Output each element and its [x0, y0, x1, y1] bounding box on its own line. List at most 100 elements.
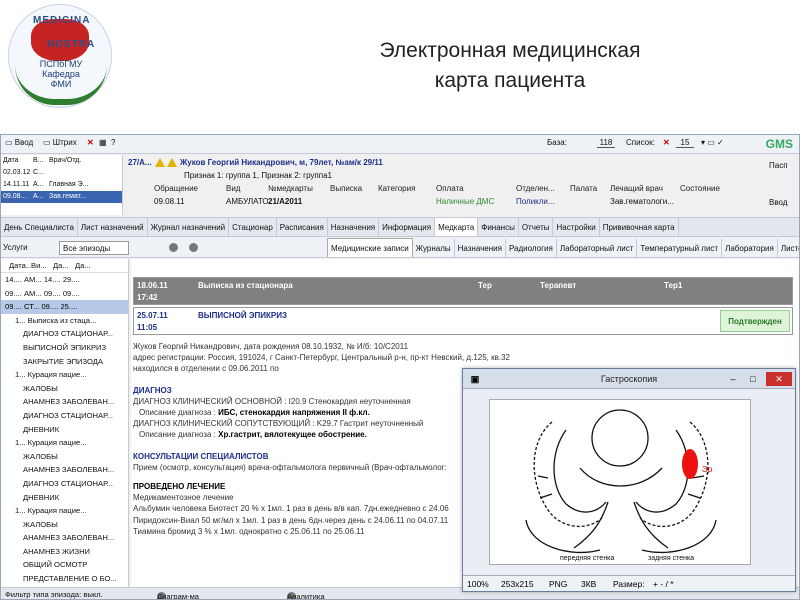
patient-panel: 27/А... Жуков Георгий Никандрович, м, 79…: [124, 155, 774, 215]
tree-node[interactable]: ОБЩИЙ ОСМОТР: [1, 558, 128, 572]
tree-header: Дата...Ви... Да... Да...: [1, 259, 128, 273]
tree-node[interactable]: ЖАЛОБЫ: [1, 382, 128, 396]
subtab-radiology[interactable]: Радиология: [506, 239, 557, 258]
tree-node[interactable]: ЖАЛОБЫ: [1, 450, 128, 464]
services-label: Услуги: [3, 243, 28, 252]
stomach-diagram: Эр передняя стенка задняя стенка: [525, 409, 717, 562]
tree-node[interactable]: ВЫПИСНОЙ ЭПИКРИЗ: [1, 341, 128, 355]
tree-node[interactable]: ДИАГНОЗ СТАЦИОНАР...: [1, 409, 128, 423]
tree-node[interactable]: ДНЕВНИК: [1, 423, 128, 437]
base-field[interactable]: 118: [597, 138, 615, 148]
image-format: PNG: [549, 579, 568, 589]
tree-node[interactable]: ЖАЛОБЫ: [1, 518, 128, 532]
tree-node[interactable]: ДИАГНОЗ СТАЦИОНАР...: [1, 477, 128, 491]
gms-logo: GMS: [765, 137, 793, 151]
subtab-lab-sheet[interactable]: Лабораторный лист: [557, 239, 638, 258]
episodes-filter-select[interactable]: Все эпизоды: [59, 241, 129, 255]
close-button[interactable]: ✕: [766, 372, 792, 386]
tab-finance[interactable]: Финансы: [478, 218, 519, 236]
tab-medcard[interactable]: Медкарта: [435, 218, 479, 236]
university-logo: MEDICINA NOSTRA ПСПбГМУ Кафедра ФМИ: [8, 4, 112, 108]
logo-text-mid: NOSTRA: [47, 39, 96, 50]
tab-schedules[interactable]: Расписания: [277, 218, 328, 236]
size-label: Размер:: [613, 579, 645, 589]
subtab-temperature-sheet[interactable]: Температурный лист: [637, 239, 723, 258]
visit-row[interactable]: 14.11.11 А... Главная Э...: [1, 179, 122, 191]
fold-tick: [537, 475, 549, 479]
record-time: 11:05: [137, 323, 158, 332]
tree-node[interactable]: 09.... АМ... 09.... 09....: [1, 287, 128, 301]
erosion-label: Эр: [702, 465, 713, 474]
sync-icon[interactable]: [189, 243, 198, 252]
gastroscopy-image[interactable]: Эр передняя стенка задняя стенка: [489, 399, 751, 565]
base-label: База:: [547, 138, 567, 147]
minimize-button[interactable]: –: [725, 372, 741, 386]
tree-node[interactable]: ДИАГНОЗ СТАЦИОНАР...: [1, 327, 128, 341]
close-icon[interactable]: ✕: [87, 138, 94, 147]
maximize-button[interactable]: □: [745, 372, 761, 386]
record-specialty-code: Тер: [478, 281, 492, 290]
episode-row[interactable]: 09.08.11АМБУЛАТОР...21/А2011Наличные ДМС…: [154, 197, 730, 208]
central-fold: [579, 467, 663, 487]
wreath-icon: [15, 65, 107, 105]
image-status-bar: 100% 253x215 PNG 3КВ Размер: + - / *: [463, 575, 795, 591]
tree-node[interactable]: АНАМНЕЗ ЗАБОЛЕВАН...: [1, 395, 128, 409]
size-controls[interactable]: + - / *: [653, 579, 674, 589]
top-toolbar: ▭ Ввод ▭ Штрих ✕ ▦ ? База: 118 Список: ✕…: [1, 135, 799, 154]
patient-name: Жуков Георгий Никандрович, м, 79лет, №ам…: [180, 158, 383, 167]
tree-node[interactable]: 1... Курация пацие...: [1, 368, 128, 382]
tree-node[interactable]: ПРЕДСТАВЛЕНИЕ О БО...: [1, 572, 128, 586]
tree-node[interactable]: АНАМНЕЗ ЗАБОЛЕВАН...: [1, 531, 128, 545]
print-icon[interactable]: ▦: [99, 138, 107, 147]
visits-header: Дата В... Врач/Отд.: [3, 157, 82, 164]
tree-node[interactable]: АНАМНЕЗ ЖИЗНИ: [1, 545, 128, 559]
list-label: Список:: [626, 138, 655, 147]
tab-vaccination-card[interactable]: Прививочная карта: [600, 218, 679, 236]
file-size: 3КВ: [581, 579, 597, 589]
enter-button-right[interactable]: Ввод: [769, 198, 799, 207]
record-row-selected[interactable]: 25.07.11 11:05 ВЫПИСНОЙ ЭПИКРИЗ Подтвержд…: [133, 307, 793, 335]
tab-specialist-day[interactable]: День Специалиста: [1, 218, 78, 236]
help-icon[interactable]: ?: [111, 138, 115, 147]
clear-list-icon[interactable]: ✕: [663, 138, 670, 147]
record-specialty: Терапевт: [540, 281, 577, 290]
tab-reports[interactable]: Отчеты: [519, 218, 554, 236]
patient-id[interactable]: 27/А...: [128, 158, 152, 167]
subtab-medical-records[interactable]: Медицинские записи: [327, 238, 413, 257]
app-icon: ▣: [470, 374, 480, 384]
tree-node[interactable]: ДНЕВНИК: [1, 491, 128, 505]
chevron-down-icon[interactable]: ▾ ▭ ✓: [701, 138, 724, 147]
passport-button[interactable]: Пасп: [769, 161, 799, 170]
episode-filter-status: Фильтр типа эпизода: выкл.: [5, 590, 103, 599]
logo-text-top: MEDICINA: [33, 15, 91, 26]
tree-node[interactable]: 1... Курация пацие...: [1, 504, 128, 518]
tab-information[interactable]: Информация: [379, 218, 436, 236]
list-field[interactable]: 15: [676, 138, 694, 148]
subtab-sick-leave[interactable]: Листок нетрудоспосо...: [778, 239, 799, 258]
subtab-laboratory[interactable]: Лаборатория: [722, 239, 778, 258]
tab-prescriptions-journal[interactable]: Журнал назначений: [148, 218, 230, 236]
visit-row[interactable]: 02.03.12 С...: [1, 167, 122, 179]
subtab-journals[interactable]: Журналы: [413, 239, 455, 258]
enter-button[interactable]: ▭ Ввод: [5, 138, 33, 147]
back-fold: [635, 429, 689, 513]
warning-icon: [154, 158, 165, 168]
patient-info-line: Жуков Георгий Никандрович, дата рождения…: [133, 342, 409, 351]
tab-settings[interactable]: Настройки: [553, 218, 600, 236]
tree-node[interactable]: 14.... АМ... 14.... 29....: [1, 273, 128, 287]
tree-node[interactable]: ЗАКРЫТИЕ ЭПИЗОДА: [1, 355, 128, 369]
tab-hospital[interactable]: Стационар: [229, 218, 277, 236]
tab-prescriptions-list[interactable]: Лист назначений: [78, 218, 148, 236]
tree-node[interactable]: 1... Курация пацие...: [1, 436, 128, 450]
status-badge: Подтвержден: [720, 310, 790, 332]
tree-node[interactable]: АНАМНЕЗ ЗАБОЛЕВАН...: [1, 463, 128, 477]
tab-appointments[interactable]: Назначения: [328, 218, 380, 236]
tree-node[interactable]: 1... Выписка из стаца...: [1, 314, 128, 328]
barcode-button[interactable]: ▭ Штрих: [43, 138, 77, 147]
subtab-appointments[interactable]: Назначения: [455, 239, 506, 258]
record-doctor: Тер1: [664, 281, 683, 290]
visit-row-selected[interactable]: 09.08... А... Зав.гемат...: [1, 191, 122, 203]
refresh-icon[interactable]: [169, 243, 178, 252]
tree-node[interactable]: 09.... СТ... 09.... 25....: [1, 300, 128, 314]
record-row[interactable]: 18.06.11 17:42 Выписка из стационара Тер …: [133, 277, 793, 305]
